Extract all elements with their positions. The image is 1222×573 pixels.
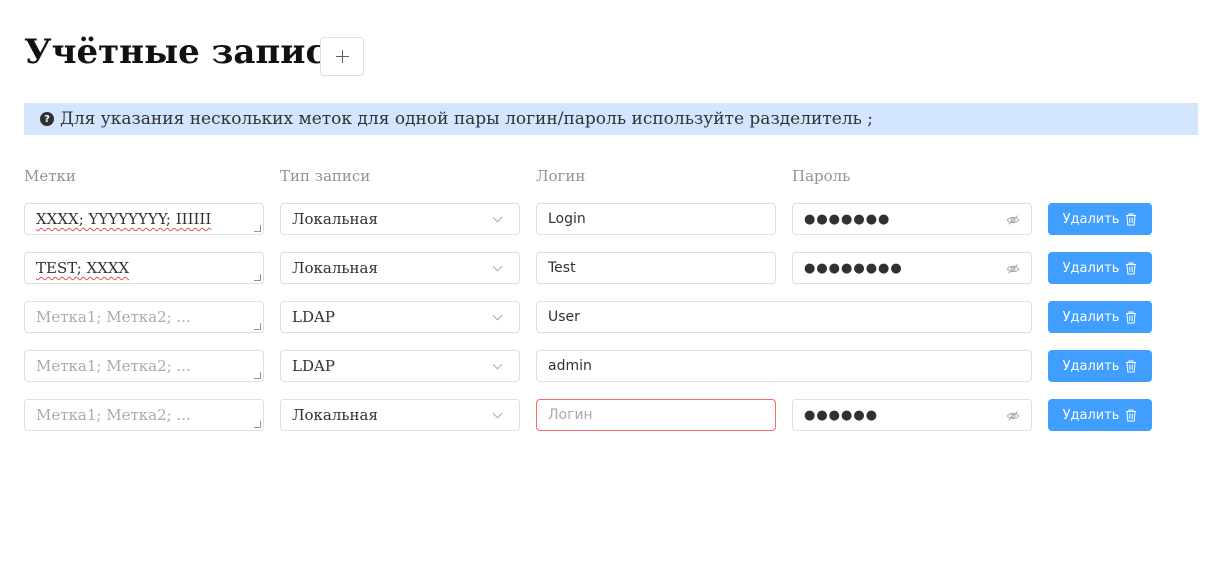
question-circle-icon: ?: [40, 112, 54, 126]
login-input[interactable]: Login: [536, 203, 776, 235]
password-input[interactable]: ●●●●●●●: [792, 203, 1032, 235]
eye-off-icon[interactable]: [1006, 213, 1020, 227]
account-row: Метка1; Метка2; ... LDAP User Удалить: [0, 301, 1222, 334]
login-placeholder: Логин: [548, 407, 593, 423]
eye-off-icon[interactable]: [1006, 262, 1020, 276]
column-header-tags: Метки: [24, 167, 76, 185]
chevron-down-icon: [492, 310, 503, 321]
trash-icon: [1126, 360, 1137, 372]
tags-input[interactable]: Метка1; Метка2; ...: [24, 301, 264, 333]
record-type-select[interactable]: Локальная: [280, 203, 520, 235]
tags-input[interactable]: TEST; XXXX: [24, 252, 264, 284]
chevron-down-icon: [492, 261, 503, 272]
account-row: Метка1; Метка2; ... Локальная Логин ●●●●…: [0, 399, 1222, 432]
login-input[interactable]: admin: [536, 350, 1032, 382]
trash-icon: [1126, 262, 1137, 274]
resize-handle[interactable]: [254, 421, 261, 428]
account-row: Метка1; Метка2; ... LDAP admin Удалить: [0, 350, 1222, 383]
info-text: Для указания нескольких меток для одной …: [60, 109, 874, 129]
password-input[interactable]: ●●●●●●: [792, 399, 1032, 431]
account-row: XXXX; YYYYYYYY; IIIIII Локальная Login ●…: [0, 203, 1222, 236]
delete-button[interactable]: Удалить: [1048, 350, 1152, 382]
record-type-select[interactable]: Локальная: [280, 399, 520, 431]
info-banner: ? Для указания нескольких меток для одно…: [24, 103, 1198, 135]
login-input[interactable]: Test: [536, 252, 776, 284]
page-title: Учётные записи: [24, 32, 352, 72]
tags-placeholder: Метка1; Метка2; ...: [36, 406, 191, 424]
trash-icon: [1126, 311, 1137, 323]
resize-handle[interactable]: [254, 274, 261, 281]
login-input[interactable]: User: [536, 301, 1032, 333]
delete-button[interactable]: Удалить: [1048, 399, 1152, 431]
tags-placeholder: Метка1; Метка2; ...: [36, 308, 191, 326]
column-header-login: Логин: [536, 167, 586, 185]
trash-icon: [1126, 213, 1137, 225]
tags-placeholder: Метка1; Метка2; ...: [36, 357, 191, 375]
record-type-select[interactable]: LDAP: [280, 350, 520, 382]
login-input-invalid[interactable]: Логин: [536, 399, 776, 431]
record-type-select[interactable]: LDAP: [280, 301, 520, 333]
account-row: TEST; XXXX Локальная Test ●●●●●●●● Удали…: [0, 252, 1222, 285]
eye-off-icon[interactable]: [1006, 409, 1020, 423]
column-header-type: Тип записи: [280, 167, 371, 185]
chevron-down-icon: [492, 408, 503, 419]
add-account-button[interactable]: [320, 37, 364, 76]
delete-button[interactable]: Удалить: [1048, 203, 1152, 235]
tags-input[interactable]: Метка1; Метка2; ...: [24, 350, 264, 382]
delete-button[interactable]: Удалить: [1048, 252, 1152, 284]
chevron-down-icon: [492, 212, 503, 223]
trash-icon: [1126, 409, 1137, 421]
column-header-password: Пароль: [792, 167, 851, 185]
delete-button[interactable]: Удалить: [1048, 301, 1152, 333]
record-type-select[interactable]: Локальная: [280, 252, 520, 284]
tags-input[interactable]: XXXX; YYYYYYYY; IIIIII: [24, 203, 264, 235]
resize-handle[interactable]: [254, 225, 261, 232]
resize-handle[interactable]: [254, 323, 261, 330]
plus-icon: [335, 50, 349, 63]
tags-input[interactable]: Метка1; Метка2; ...: [24, 399, 264, 431]
chevron-down-icon: [492, 359, 503, 370]
resize-handle[interactable]: [254, 372, 261, 379]
password-input[interactable]: ●●●●●●●●: [792, 252, 1032, 284]
